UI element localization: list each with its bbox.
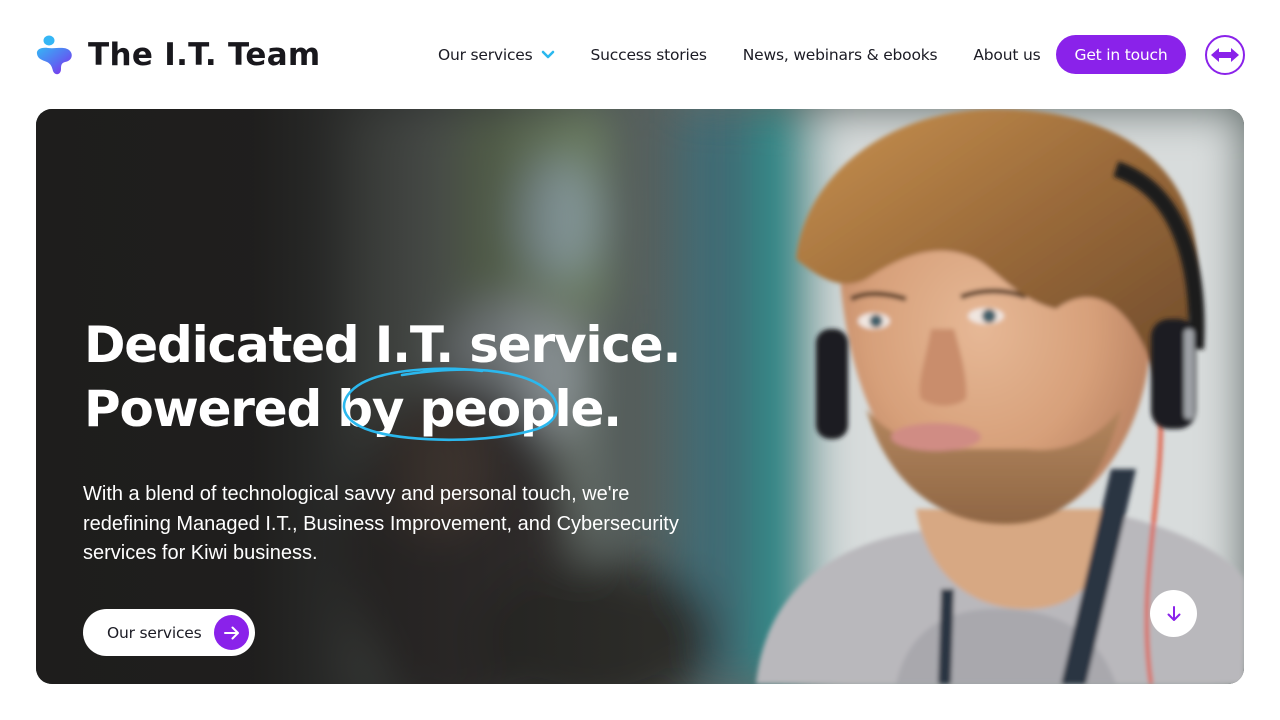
nav-item-about-us[interactable]: About us (973, 46, 1040, 64)
teamviewer-arrows-icon (1211, 48, 1239, 62)
hero-headline: Dedicated I.T. service. Powered by peopl… (84, 313, 704, 441)
nav-item-news-webinars-ebooks[interactable]: News, webinars & ebooks (743, 46, 938, 64)
our-services-button[interactable]: Our services (83, 609, 255, 656)
nav-item-label: Success stories (590, 46, 707, 64)
headline-emphasis-service: service. (469, 316, 681, 374)
nav-item-success-stories[interactable]: Success stories (591, 46, 707, 64)
remote-support-button[interactable] (1205, 35, 1245, 75)
nav-item-label: News, webinars & ebooks (742, 46, 938, 64)
hero-subtitle: With a blend of technological savvy and … (83, 483, 679, 564)
arrow-down-icon (1167, 605, 1180, 621)
headline-line-1: Dedicated I.T. service. (84, 313, 704, 377)
arrow-right-icon (214, 615, 249, 650)
hero-section: Dedicated I.T. service. Powered by peopl… (36, 109, 1244, 684)
scroll-down-button[interactable] (1150, 590, 1197, 637)
logo[interactable]: The I.T. Team (34, 34, 321, 76)
site-header: The I.T. Team Our services Success stori… (0, 0, 1280, 108)
headline-emphasis-people: people. (419, 380, 622, 438)
nav-item-label: About us (973, 46, 1041, 64)
headline-line-2: Powered by people. (84, 377, 704, 441)
get-in-touch-button[interactable]: Get in touch (1056, 35, 1186, 74)
headline-text: Dedicated I.T. (84, 316, 470, 374)
our-services-button-label: Our services (107, 623, 202, 642)
nav-item-our-services[interactable]: Our services (438, 46, 555, 64)
headline-text: Powered by (84, 380, 420, 438)
logo-mark-icon (36, 35, 72, 75)
main-nav: Our services Success stories News, webin… (438, 35, 1041, 75)
nav-item-label: Our services (438, 46, 533, 64)
chevron-down-icon (541, 50, 554, 59)
logo-text: The I.T. Team (88, 37, 321, 73)
